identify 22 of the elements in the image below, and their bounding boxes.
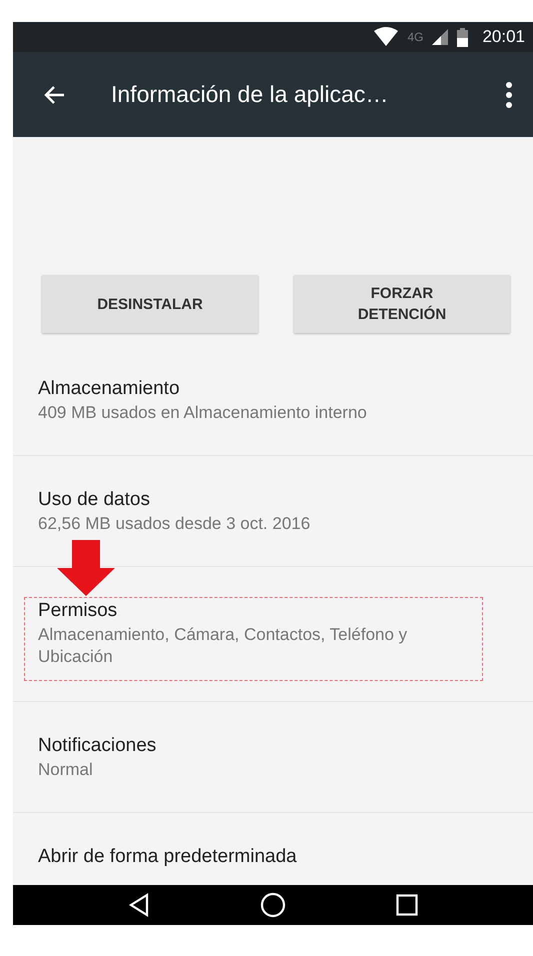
more-options-icon[interactable]: [505, 82, 513, 108]
setting-summary: Normal: [38, 759, 94, 781]
recent-apps-icon[interactable]: [396, 894, 418, 916]
setting-title[interactable]: Notificaciones: [38, 733, 470, 759]
down-arrow-icon: [57, 540, 115, 596]
wifi-icon: [373, 27, 400, 47]
setting-summary: 409 MB usados en Almacenamiento interno: [38, 402, 368, 424]
setting-summary: 62,56 MB usados desde 3 oct. 2016: [38, 513, 312, 535]
setting-title[interactable]: Permisos: [38, 598, 470, 624]
network-label: 4G: [407, 30, 424, 44]
action-button[interactable]: FORZAR DETENCIÓN: [294, 275, 510, 333]
setting-title[interactable]: Uso de datos: [38, 487, 470, 513]
signal-icon: [431, 28, 450, 46]
back-icon[interactable]: [128, 893, 150, 917]
setting-summary: Almacenamiento, Cámara, Contactos, Teléfono y Ubicación: [38, 624, 408, 668]
setting-title[interactable]: Abrir de forma predeterminada: [38, 844, 470, 870]
clock: 20:01: [482, 27, 525, 47]
screen-title: Información de la aplicac…: [111, 81, 390, 108]
action-button[interactable]: DESINSTALAR: [42, 275, 258, 333]
setting-title[interactable]: Almacenamiento: [38, 376, 470, 402]
battery-icon: [457, 28, 468, 46]
home-icon[interactable]: [260, 892, 286, 918]
